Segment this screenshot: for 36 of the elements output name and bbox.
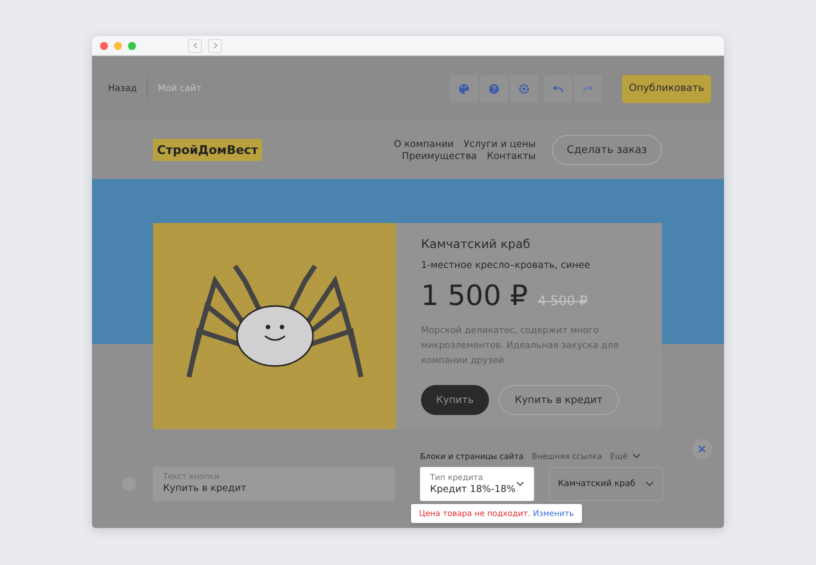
close-dot-icon[interactable] <box>100 42 108 50</box>
product-description: Морской деликатес, содержит много микроэлементов. Идеальная закуска для компании друзей <box>421 325 620 368</box>
nav-link[interactable]: Контакты <box>486 150 536 162</box>
chevron-down-icon <box>516 481 524 487</box>
palette-icon[interactable] <box>450 74 478 102</box>
back-link[interactable]: Назад <box>108 76 148 100</box>
link-tab[interactable]: Блоки и страницы сайта <box>420 452 524 460</box>
select-value: Кредит 18%-18% <box>430 484 516 495</box>
nav-link[interactable]: О компании <box>394 138 454 150</box>
link-tab[interactable]: Внешняя ссылка <box>532 452 602 460</box>
publish-button[interactable]: Опубликовать <box>622 74 711 102</box>
close-button[interactable] <box>692 439 712 459</box>
change-link[interactable]: Изменить <box>532 509 574 518</box>
site-logo[interactable]: СтройДомВест <box>153 139 262 161</box>
buy-button[interactable]: Купить <box>421 385 489 415</box>
redo-icon[interactable] <box>574 74 602 102</box>
chevron-down-icon <box>645 481 654 487</box>
link-tab[interactable]: Ещё <box>610 452 640 460</box>
credit-button[interactable]: Купить в кредит <box>498 385 619 415</box>
select-label: Тип кредита <box>430 473 484 482</box>
order-button[interactable]: Сделать заказ <box>552 135 662 165</box>
product-title: Камчатский краб <box>421 237 532 251</box>
zoom-dot-icon[interactable] <box>128 42 136 50</box>
product-price: 1 500 ₽ <box>421 279 528 312</box>
nav-link[interactable]: Преимущества <box>402 150 477 162</box>
chevron-down-icon <box>632 453 640 459</box>
nav-link[interactable]: Услуги и цены <box>464 138 536 150</box>
warning-text: Цена товара не подходит. <box>419 509 530 518</box>
minimize-dot-icon[interactable] <box>114 42 122 50</box>
product-select[interactable]: Камчатский краб <box>549 467 663 501</box>
field-value: Купить в кредит <box>163 483 248 494</box>
product-subtitle: 1-местное кресло–кровать, синее <box>421 260 592 271</box>
undo-icon[interactable] <box>544 74 572 102</box>
help-icon[interactable] <box>480 74 508 102</box>
close-icon <box>698 445 706 453</box>
settings-icon[interactable] <box>510 74 538 102</box>
